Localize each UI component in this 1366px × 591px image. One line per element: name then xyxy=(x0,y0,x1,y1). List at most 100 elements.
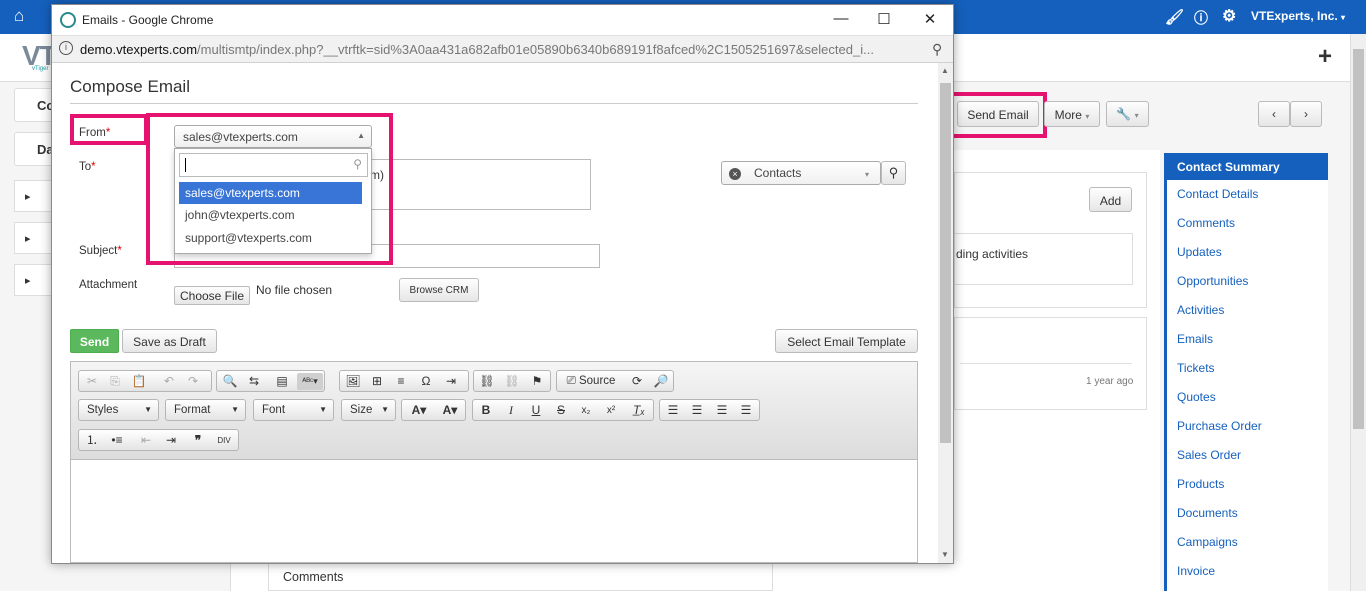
summary-item[interactable]: Sales Order xyxy=(1167,441,1328,470)
subscript-icon[interactable]: x₂ xyxy=(576,402,596,419)
strikethrough-icon[interactable]: S xyxy=(551,402,571,419)
summary-item[interactable]: Tickets xyxy=(1167,354,1328,383)
summary-item[interactable]: Purchase Order xyxy=(1167,412,1328,441)
remove-format-icon[interactable]: T̲ₓ xyxy=(629,402,649,419)
minimize-button[interactable]: — xyxy=(821,8,861,32)
no-file-text: No file chosen xyxy=(256,283,333,297)
insert-group: 🖼 ⊞ ≡ Ω ⇥ xyxy=(339,370,469,392)
unlink-icon[interactable]: ⛓ xyxy=(502,373,522,390)
preview-icon[interactable]: 🔎 xyxy=(651,373,671,390)
blockquote-icon[interactable]: ❞ xyxy=(188,432,208,449)
logo-subtext: vTiger xyxy=(32,66,49,72)
styles-combo[interactable]: Styles ▼ xyxy=(78,399,159,421)
scroll-up-icon[interactable]: ▲ xyxy=(941,66,949,75)
find-group: 🔍 ⇆ ▤ ᴬᴮᶜ▾ xyxy=(216,370,325,392)
paste-icon[interactable]: 📋 xyxy=(129,373,149,390)
add-button[interactable]: Add xyxy=(1089,187,1132,212)
summary-item[interactable]: Products xyxy=(1167,470,1328,499)
bulleted-list-icon[interactable]: •≡ xyxy=(107,432,127,449)
copy-icon[interactable]: ⎘ xyxy=(105,373,125,390)
table-icon[interactable]: ⊞ xyxy=(367,373,387,390)
indent-icon[interactable]: ⇥ xyxy=(161,432,181,449)
info-icon[interactable]: i xyxy=(59,41,73,55)
cut-icon[interactable]: ✂ xyxy=(82,373,102,390)
summary-item[interactable]: Invoice xyxy=(1167,557,1328,586)
summary-item[interactable]: Contact Details xyxy=(1167,180,1328,209)
bold-icon[interactable]: B xyxy=(476,402,496,419)
align-group: ☰ ☰ ☰ ☰ xyxy=(659,399,760,421)
div-container-icon[interactable]: DIV xyxy=(214,432,234,449)
send-button[interactable]: Send xyxy=(70,329,119,353)
scroll-down-icon[interactable]: ▼ xyxy=(941,550,949,559)
zoom-icon[interactable]: ⚲ xyxy=(932,41,942,58)
align-right-icon[interactable]: ☰ xyxy=(712,402,732,419)
anchor-flag-icon[interactable]: ⚑ xyxy=(527,373,547,390)
align-justify-icon[interactable]: ☰ xyxy=(736,402,756,419)
editor-body[interactable] xyxy=(71,460,917,562)
maximize-button[interactable]: ☐ xyxy=(864,8,904,32)
summary-item[interactable]: Opportunities xyxy=(1167,267,1328,296)
align-left-icon[interactable]: ☰ xyxy=(663,402,683,419)
summary-item[interactable]: Campaigns xyxy=(1167,528,1328,557)
numbered-list-icon[interactable]: ⒈ xyxy=(82,432,102,449)
format-combo[interactable]: Format ▼ xyxy=(165,399,246,421)
previous-record-button[interactable]: ‹ xyxy=(1258,101,1290,127)
remove-icon[interactable]: × xyxy=(729,168,741,180)
font-combo[interactable]: Font ▼ xyxy=(253,399,334,421)
compose-heading: Compose Email xyxy=(70,77,190,96)
home-icon[interactable]: ⌂ xyxy=(14,6,38,28)
underline-icon[interactable]: U xyxy=(526,402,546,419)
brush-icon[interactable]: 🖌 xyxy=(1165,8,1184,26)
text-color-icon[interactable]: A▾ xyxy=(405,402,433,419)
size-combo[interactable]: Size ▼ xyxy=(341,399,396,421)
replace-icon[interactable]: ⇆ xyxy=(244,373,264,390)
wrench-icon[interactable]: 🔧 ▾ xyxy=(1106,101,1149,127)
redo-icon[interactable]: ↷ xyxy=(183,373,203,390)
address-bar[interactable]: i demo.vtexperts.com/multismtp/index.php… xyxy=(52,35,953,63)
summary-item[interactable]: Comments xyxy=(1167,209,1328,238)
undo-icon[interactable]: ↶ xyxy=(159,373,179,390)
bg-color-icon[interactable]: A▾ xyxy=(436,402,464,419)
gear-icon[interactable]: ⚙ xyxy=(1222,6,1236,26)
select-all-icon[interactable]: ▤ xyxy=(272,373,292,390)
send-email-button[interactable]: Send Email xyxy=(957,101,1039,127)
divider xyxy=(960,363,1132,364)
more-button[interactable]: More ▾ xyxy=(1044,101,1100,127)
templates-icon[interactable]: ⟳ xyxy=(627,373,647,390)
choose-file-button[interactable]: Choose File xyxy=(174,286,250,305)
find-icon[interactable]: 🔍 xyxy=(220,373,240,390)
link-icon[interactable]: ⛓ xyxy=(477,373,497,390)
scrollbar-thumb[interactable] xyxy=(1353,49,1364,429)
summary-title[interactable]: Contact Summary xyxy=(1167,153,1328,180)
horizontal-line-icon[interactable]: ≡ xyxy=(391,373,411,390)
source-button[interactable]: ⎚ Source xyxy=(561,373,621,390)
module-select[interactable]: Contacts xyxy=(721,161,881,185)
outdent-icon[interactable]: ⇤ xyxy=(136,432,156,449)
scrollbar-thumb[interactable] xyxy=(940,83,951,443)
summary-item[interactable]: Activities xyxy=(1167,296,1328,325)
superscript-icon[interactable]: x² xyxy=(601,402,621,419)
next-record-button[interactable]: › xyxy=(1290,101,1322,127)
company-menu[interactable]: VTExperts, Inc. ▾ xyxy=(1251,9,1345,23)
browse-crm-button[interactable]: Browse CRM xyxy=(399,278,479,302)
summary-item[interactable]: Quotes xyxy=(1167,383,1328,412)
url-path: /multismtp/index.php?__vtrftk=sid%3A0aa4… xyxy=(197,42,874,57)
chevron-down-icon[interactable]: ▾ xyxy=(865,170,869,179)
italic-icon[interactable]: I xyxy=(501,402,521,419)
summary-item[interactable]: Emails xyxy=(1167,325,1328,354)
select-template-button[interactable]: Select Email Template xyxy=(775,329,918,353)
spellcheck-icon[interactable]: ᴬᴮᶜ▾ xyxy=(297,373,323,390)
save-draft-button[interactable]: Save as Draft xyxy=(122,329,217,353)
special-char-icon[interactable]: Ω xyxy=(416,373,436,390)
summary-item[interactable]: Updates xyxy=(1167,238,1328,267)
info-icon[interactable]: ⓘ xyxy=(1194,8,1208,28)
image-icon[interactable]: 🖼 xyxy=(343,373,363,390)
window-scrollbar[interactable]: ▲ ▼ xyxy=(938,63,953,563)
page-scrollbar[interactable] xyxy=(1350,34,1366,591)
summary-item[interactable]: Documents xyxy=(1167,499,1328,528)
quick-create-button[interactable]: + xyxy=(1318,43,1332,71)
close-button[interactable]: ✕ xyxy=(910,8,950,32)
align-center-icon[interactable]: ☰ xyxy=(687,402,707,419)
search-icon[interactable]: ⚲ xyxy=(881,161,906,185)
page-break-icon[interactable]: ⇥ xyxy=(441,373,461,390)
